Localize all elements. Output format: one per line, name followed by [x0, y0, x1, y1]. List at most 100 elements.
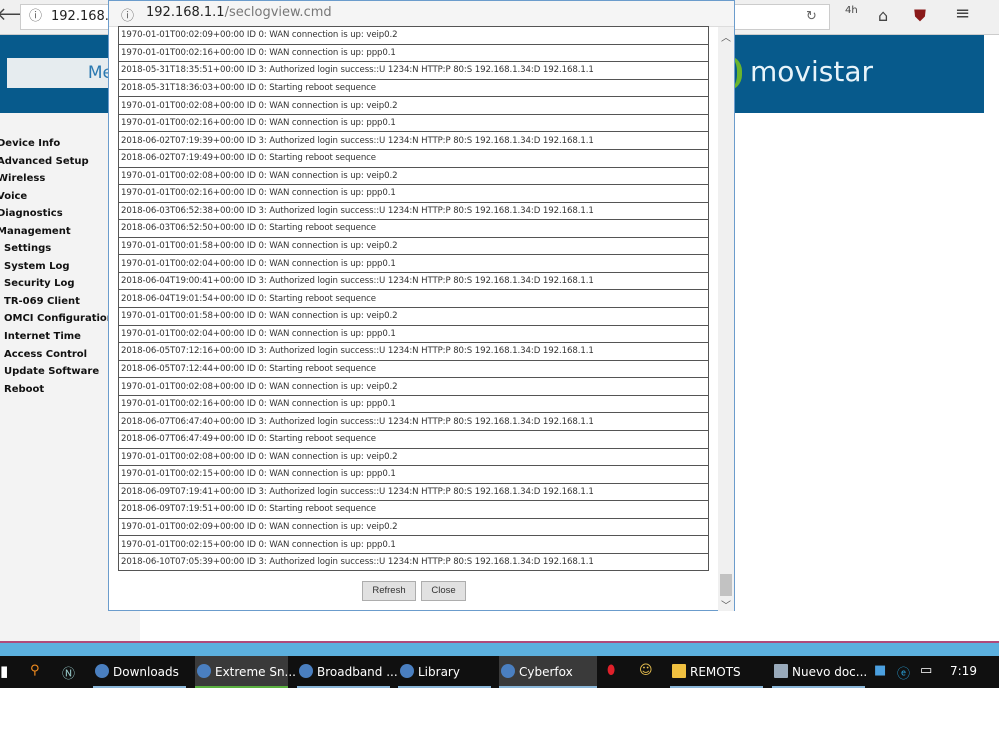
log-row: 2018-06-04T19:00:41+00:00 ID 3: Authoriz…	[118, 271, 709, 291]
clock[interactable]: 7:19	[950, 664, 977, 678]
sidebar-item[interactable]: Voice	[0, 191, 27, 202]
sidebar-item[interactable]: Device Info	[0, 138, 60, 149]
log-row: 2018-06-04T19:01:54+00:00 ID 0: Starting…	[118, 289, 709, 308]
running-indicator	[670, 686, 763, 688]
log-row: 2018-06-02T07:19:49+00:00 ID 0: Starting…	[118, 148, 709, 168]
home-icon[interactable]: ⌂	[878, 6, 888, 25]
menu-button[interactable]: Me	[7, 58, 117, 88]
browser-icon	[299, 664, 313, 678]
movistar-logo: movistar	[750, 55, 873, 88]
log-row: 1970-01-01T00:02:08+00:00 ID 0: WAN conn…	[118, 166, 709, 186]
ie-icon[interactable]: ⓔ	[897, 663, 910, 682]
desktop-strip	[0, 643, 999, 656]
sidebar-item[interactable]: Management	[0, 226, 71, 237]
log-row: 1970-01-01T00:01:58+00:00 ID 0: WAN conn…	[118, 307, 709, 326]
app-icon[interactable]: ☺	[639, 663, 653, 678]
log-entry: 1970-01-01T00:02:09+00:00 ID 0: WAN conn…	[118, 517, 709, 537]
sidebar-subitem[interactable]: OMCI Configuration	[4, 313, 114, 324]
opera-icon[interactable]: ⬮	[607, 663, 615, 678]
log-row: 2018-06-07T06:47:49+00:00 ID 0: Starting…	[118, 429, 709, 449]
taskbar-item-label: Nuevo doc...	[792, 665, 868, 679]
taskbar: ▮ ⚲ Ⓝ ⬮ ☺ ■ ⓔ ▭ 7:19 Downloads Extreme Sn…	[0, 656, 999, 688]
log-row: 1970-01-01T00:02:16+00:00 ID 0: WAN conn…	[118, 394, 709, 414]
history-badge: 4h	[845, 5, 858, 16]
search-icon[interactable]: ⚲	[30, 663, 40, 678]
sidebar-subitem[interactable]: TR-069 Client	[4, 296, 80, 307]
taskbar-item-label: REMOTS	[690, 665, 741, 679]
sidebar-subitem[interactable]: Access Control	[4, 349, 87, 360]
sidebar-item[interactable]: Diagnostics	[0, 208, 63, 219]
log-row: 1970-01-01T00:02:16+00:00 ID 0: WAN conn…	[118, 113, 709, 133]
log-entry: 1970-01-01T00:01:58+00:00 ID 0: WAN conn…	[118, 236, 709, 256]
log-row: 2018-06-05T07:12:44+00:00 ID 0: Starting…	[118, 359, 709, 379]
log-row: 1970-01-01T00:02:08+00:00 ID 0: WAN conn…	[118, 96, 709, 115]
running-indicator	[195, 686, 288, 688]
log-entry: 1970-01-01T00:02:16+00:00 ID 0: WAN conn…	[118, 394, 709, 414]
log-entry: 1970-01-01T00:02:16+00:00 ID 0: WAN conn…	[118, 43, 709, 63]
sidebar-subitem[interactable]: Internet Time	[4, 331, 81, 342]
sidebar-subitem[interactable]: System Log	[4, 261, 70, 272]
hamburger-menu-icon[interactable]: ≡	[955, 3, 970, 24]
sidebar-subitem[interactable]: Settings	[4, 243, 51, 254]
scrollbar-thumb[interactable]	[720, 574, 732, 596]
log-entry: 2018-06-07T06:47:49+00:00 ID 0: Starting…	[118, 429, 709, 449]
taskbar-item[interactable]: Cyberfox	[499, 656, 597, 688]
app-n-icon[interactable]: Ⓝ	[62, 663, 75, 682]
sidebar-subitem[interactable]: Update Software	[4, 366, 99, 377]
refresh-button[interactable]: Refresh	[362, 581, 416, 601]
vertical-scrollbar[interactable]: ︿ ﹀	[718, 27, 734, 612]
url-path: /seclogview.cmd	[224, 5, 332, 20]
taskbar-item[interactable]: Extreme Sn...	[195, 656, 296, 688]
log-entry: 2018-06-03T06:52:50+00:00 ID 0: Starting…	[118, 219, 709, 238]
folder-icon	[672, 664, 686, 678]
log-row: 2018-05-31T18:36:03+00:00 ID 0: Starting…	[118, 78, 709, 98]
log-entry: 2018-05-31T18:35:51+00:00 ID 3: Authoriz…	[118, 61, 709, 80]
running-indicator	[93, 686, 186, 688]
log-entry: 2018-06-04T19:01:54+00:00 ID 0: Starting…	[118, 289, 709, 308]
log-entry: 2018-06-09T07:19:51+00:00 ID 0: Starting…	[118, 500, 709, 519]
sidebar-item[interactable]: Advanced Setup	[0, 156, 89, 167]
sidebar-subitem[interactable]: Reboot	[4, 384, 44, 395]
sidebar-item[interactable]: Wireless	[0, 173, 45, 184]
running-indicator	[499, 686, 597, 688]
taskbar-item[interactable]: REMOTS	[670, 656, 763, 688]
log-entry: 2018-06-07T06:47:40+00:00 ID 3: Authoriz…	[118, 412, 709, 431]
taskbar-item-label: Downloads	[113, 665, 179, 679]
log-row: 2018-06-10T07:05:39+00:00 ID 3: Authoriz…	[118, 552, 709, 572]
url-host: 192.168.1.1	[146, 5, 225, 20]
log-row: 2018-06-09T07:19:41+00:00 ID 3: Authoriz…	[118, 482, 709, 502]
taskbar-item[interactable]: Broadband ...	[297, 656, 398, 688]
taskbar-item[interactable]: Library	[398, 656, 491, 688]
scroll-down-arrow-icon[interactable]: ﹀	[721, 597, 731, 612]
log-entry: 1970-01-01T00:02:15+00:00 ID 0: WAN conn…	[118, 535, 709, 554]
log-row: 1970-01-01T00:02:04+00:00 ID 0: WAN conn…	[118, 324, 709, 344]
log-row: 2018-06-02T07:19:39+00:00 ID 3: Authoriz…	[118, 131, 709, 150]
close-button[interactable]: Close	[421, 581, 466, 601]
sidebar-subitem[interactable]: Security Log	[4, 278, 75, 289]
browser-icon	[501, 664, 515, 678]
reload-icon[interactable]: ↻	[806, 5, 817, 29]
log-row: 1970-01-01T00:02:09+00:00 ID 0: WAN conn…	[118, 517, 709, 537]
log-entry: 1970-01-01T00:02:08+00:00 ID 0: WAN conn…	[118, 447, 709, 467]
taskbar-item[interactable]: Downloads	[93, 656, 186, 688]
log-entry: 2018-06-02T07:19:39+00:00 ID 3: Authoriz…	[118, 131, 709, 150]
log-row: 1970-01-01T00:02:16+00:00 ID 0: WAN conn…	[118, 184, 709, 203]
security-log-table: 1970-01-01T00:02:09+00:00 ID 0: WAN conn…	[118, 26, 709, 572]
ublock-icon[interactable]: ⛊	[914, 6, 926, 26]
history-4h-icon[interactable]: 4h	[845, 5, 858, 16]
log-entry: 1970-01-01T00:02:16+00:00 ID 0: WAN conn…	[118, 113, 709, 133]
log-entry: 2018-06-09T07:19:41+00:00 ID 3: Authoriz…	[118, 482, 709, 502]
running-indicator	[772, 686, 865, 688]
display-icon[interactable]: ▭	[920, 663, 932, 678]
log-row: 2018-06-07T06:47:40+00:00 ID 3: Authoriz…	[118, 412, 709, 431]
taskbar-item-label: Cyberfox	[519, 665, 573, 679]
log-entry: 2018-06-05T07:12:16+00:00 ID 3: Authoriz…	[118, 342, 709, 361]
start-icon[interactable]: ▮	[0, 662, 8, 680]
log-entry: 2018-05-31T18:36:03+00:00 ID 0: Starting…	[118, 78, 709, 98]
info-icon[interactable]: ⓘ	[29, 5, 42, 29]
network-app-icon[interactable]: ■	[874, 663, 886, 678]
log-row: 2018-06-03T06:52:50+00:00 ID 0: Starting…	[118, 219, 709, 238]
log-entry: 1970-01-01T00:02:08+00:00 ID 0: WAN conn…	[118, 166, 709, 186]
scroll-up-arrow-icon[interactable]: ︿	[721, 29, 731, 44]
taskbar-item[interactable]: Nuevo doc...	[772, 656, 868, 688]
